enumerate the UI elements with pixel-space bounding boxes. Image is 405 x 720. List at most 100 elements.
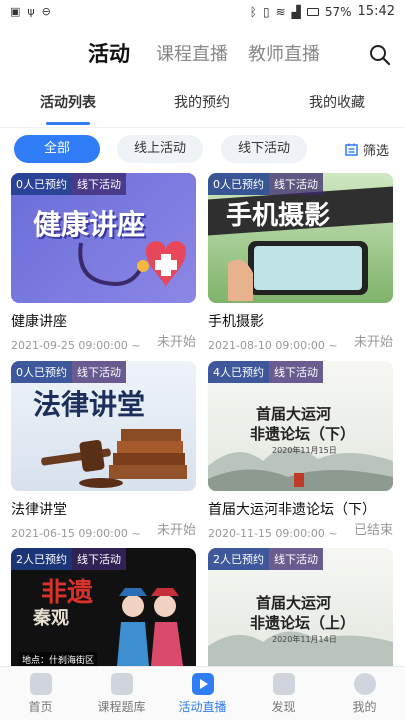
battery-level: 57% [324, 4, 352, 19]
opera-figures-icon [117, 588, 183, 666]
activity-card[interactable]: 首届大运河 非遗论坛（下） 2020年11月15日 4人已预约 线下活动 首届大… [208, 361, 393, 541]
thumbnail-caption: 地点：什刹海街区 [19, 652, 98, 666]
card-title: 法律讲堂 [11, 502, 67, 518]
card-badges: 2人已预约 线下活动 [208, 548, 323, 570]
activity-type-badge: 线下活动 [269, 361, 323, 383]
nav-activity-live[interactable]: 活动直播 [162, 673, 243, 715]
nav-mine-label: 我的 [352, 700, 377, 714]
tab-my-favorites-label: 我的收藏 [309, 95, 365, 111]
filter-button[interactable]: 筛选 [345, 140, 389, 159]
card-date: 2021-06-15 09:00:00 ~ [11, 527, 141, 540]
nav-home-label: 首页 [28, 700, 53, 714]
thumbnail-subtitle: 秦观 [33, 608, 69, 629]
booked-count-badge: 0人已预约 [208, 173, 269, 195]
chip-all[interactable]: 全部 [14, 135, 100, 163]
bluetooth-icon: ᛒ [249, 4, 257, 19]
card-badges: 0人已预约 线下活动 [208, 173, 323, 195]
tab-my-bookings[interactable]: 我的预约 [152, 92, 252, 112]
top-tabs: 活动 课程直播 教师直播 [0, 30, 405, 76]
profile-icon [353, 673, 376, 695]
card-title: 手机摄影 [208, 314, 264, 330]
wifi-icon: ≋ [275, 4, 286, 19]
image-icon: ▣ [10, 5, 21, 18]
usb-icon: ψ [27, 5, 35, 18]
filter-label: 筛选 [362, 144, 389, 159]
card-status: 未开始 [156, 523, 196, 538]
search-icon[interactable] [369, 44, 391, 66]
vibrate-icon: ▯ [262, 4, 270, 19]
active-tab-indicator [46, 122, 90, 125]
card-badges: 0人已预约 线下活动 [11, 173, 126, 195]
thumbnail-date: 2020年11月15日 [272, 446, 337, 455]
nav-course-bank[interactable]: 课程题库 [81, 673, 162, 715]
tab-activities[interactable]: 活动 [88, 38, 130, 68]
booked-count-badge: 2人已预约 [11, 548, 72, 570]
card-badges: 2人已预约 线下活动 [11, 548, 126, 570]
home-icon [29, 673, 52, 695]
card-status: 未开始 [353, 335, 393, 350]
nav-discover[interactable]: 发现 [243, 673, 324, 715]
filter-chips: 全部 线上活动 线下活动 筛选 [0, 134, 405, 164]
activity-type-badge: 线下活动 [269, 548, 323, 570]
activity-card[interactable]: 非遗 秦观 地点：什刹海街区 2人已预约 线下活动 [11, 548, 196, 666]
booked-count-badge: 0人已预约 [11, 173, 72, 195]
thumbnail-title: 法律讲堂 [33, 388, 146, 421]
tab-activity-list[interactable]: 活动列表 [18, 92, 118, 125]
tab-activity-list-label: 活动列表 [40, 95, 96, 111]
filter-icon [345, 143, 358, 156]
activity-card[interactable]: 健康讲座 0人已预约 线下活动 健康讲座 未开始 2021-09-25 09:0… [11, 173, 196, 353]
nav-activity-live-label: 活动直播 [178, 700, 227, 714]
tab-teacher-live[interactable]: 教师直播 [248, 40, 320, 66]
nav-home[interactable]: 首页 [0, 673, 81, 715]
thumbnail-title-line1: 首届大运河 [256, 594, 332, 612]
gavel-books-icon [41, 429, 187, 488]
sub-tabs: 活动列表 我的预约 我的收藏 [0, 84, 405, 128]
activity-card[interactable]: 首届大运河 非遗论坛（上） 2020年11月14日 2人已预约 线下活动 [208, 548, 393, 666]
phone-in-hand-icon [228, 241, 368, 301]
nav-mine[interactable]: 我的 [324, 673, 405, 715]
card-date: 2021-09-25 09:00:00 ~ [11, 339, 141, 352]
minus-circle-icon: ⊖ [41, 5, 51, 18]
activity-card[interactable]: 手机摄影 0人已预约 线下活动 手机摄影 未开始 2021-08-10 09:0… [208, 173, 393, 353]
chip-online[interactable]: 线上活动 [117, 135, 203, 163]
thumbnail-title-line2: 非遗论坛（上） [250, 614, 356, 632]
signal-icon: ▟ [291, 4, 301, 19]
booked-count-badge: 4人已预约 [208, 361, 269, 383]
card-date: 2021-08-10 09:00:00 ~ [208, 339, 338, 352]
activity-type-badge: 线下活动 [72, 173, 126, 195]
heart-stethoscope-icon [78, 241, 186, 288]
card-title: 健康讲座 [11, 314, 67, 330]
thumbnail-date: 2020年11月14日 [272, 635, 337, 644]
card-date: 2020-11-15 09:00:00 ~ [208, 527, 338, 540]
status-icons-right: ᛒ ▯ ≋ ▟ 57% 15:42 [250, 4, 395, 19]
booked-count-badge: 2人已预约 [208, 548, 269, 570]
status-bar: ▣ ψ ⊖ ᛒ ▯ ≋ ▟ 57% 15:42 [0, 0, 405, 24]
activity-card[interactable]: 法律讲堂 0人已预约 线下活动 法律讲堂 未开始 2021-06-15 09:0… [11, 361, 196, 541]
compass-icon [272, 673, 295, 695]
play-triangle-icon [199, 679, 208, 689]
card-status: 未开始 [156, 335, 196, 350]
thumbnail-title-line2: 非遗论坛（下） [250, 425, 356, 443]
clock: 15:42 [357, 4, 395, 19]
bottom-nav: 首页 课程题库 活动直播 发现 我的 [0, 666, 405, 720]
chip-offline[interactable]: 线下活动 [221, 135, 307, 163]
activity-type-badge: 线下活动 [72, 361, 126, 383]
nav-course-bank-label: 课程题库 [97, 700, 146, 714]
tab-my-bookings-label: 我的预约 [174, 95, 230, 111]
booked-count-badge: 0人已预约 [11, 361, 72, 383]
tab-my-favorites[interactable]: 我的收藏 [287, 92, 387, 112]
thumbnail-title: 手机摄影 [226, 201, 331, 231]
card-title: 首届大运河非遗论坛（下） [208, 502, 376, 518]
card-badges: 0人已预约 线下活动 [11, 361, 126, 383]
red-seal [294, 473, 304, 487]
nav-discover-label: 发现 [271, 700, 296, 714]
tab-course-live[interactable]: 课程直播 [156, 40, 228, 66]
status-icons-left: ▣ ψ ⊖ [10, 5, 51, 18]
card-badges: 4人已预约 线下活动 [208, 361, 323, 383]
card-status: 已结束 [353, 523, 393, 538]
thumbnail-title-line1: 首届大运河 [256, 405, 332, 423]
battery-icon [306, 7, 319, 16]
activity-type-badge: 线下活动 [72, 548, 126, 570]
bookmark-icon [110, 673, 133, 695]
play-icon [191, 673, 214, 695]
